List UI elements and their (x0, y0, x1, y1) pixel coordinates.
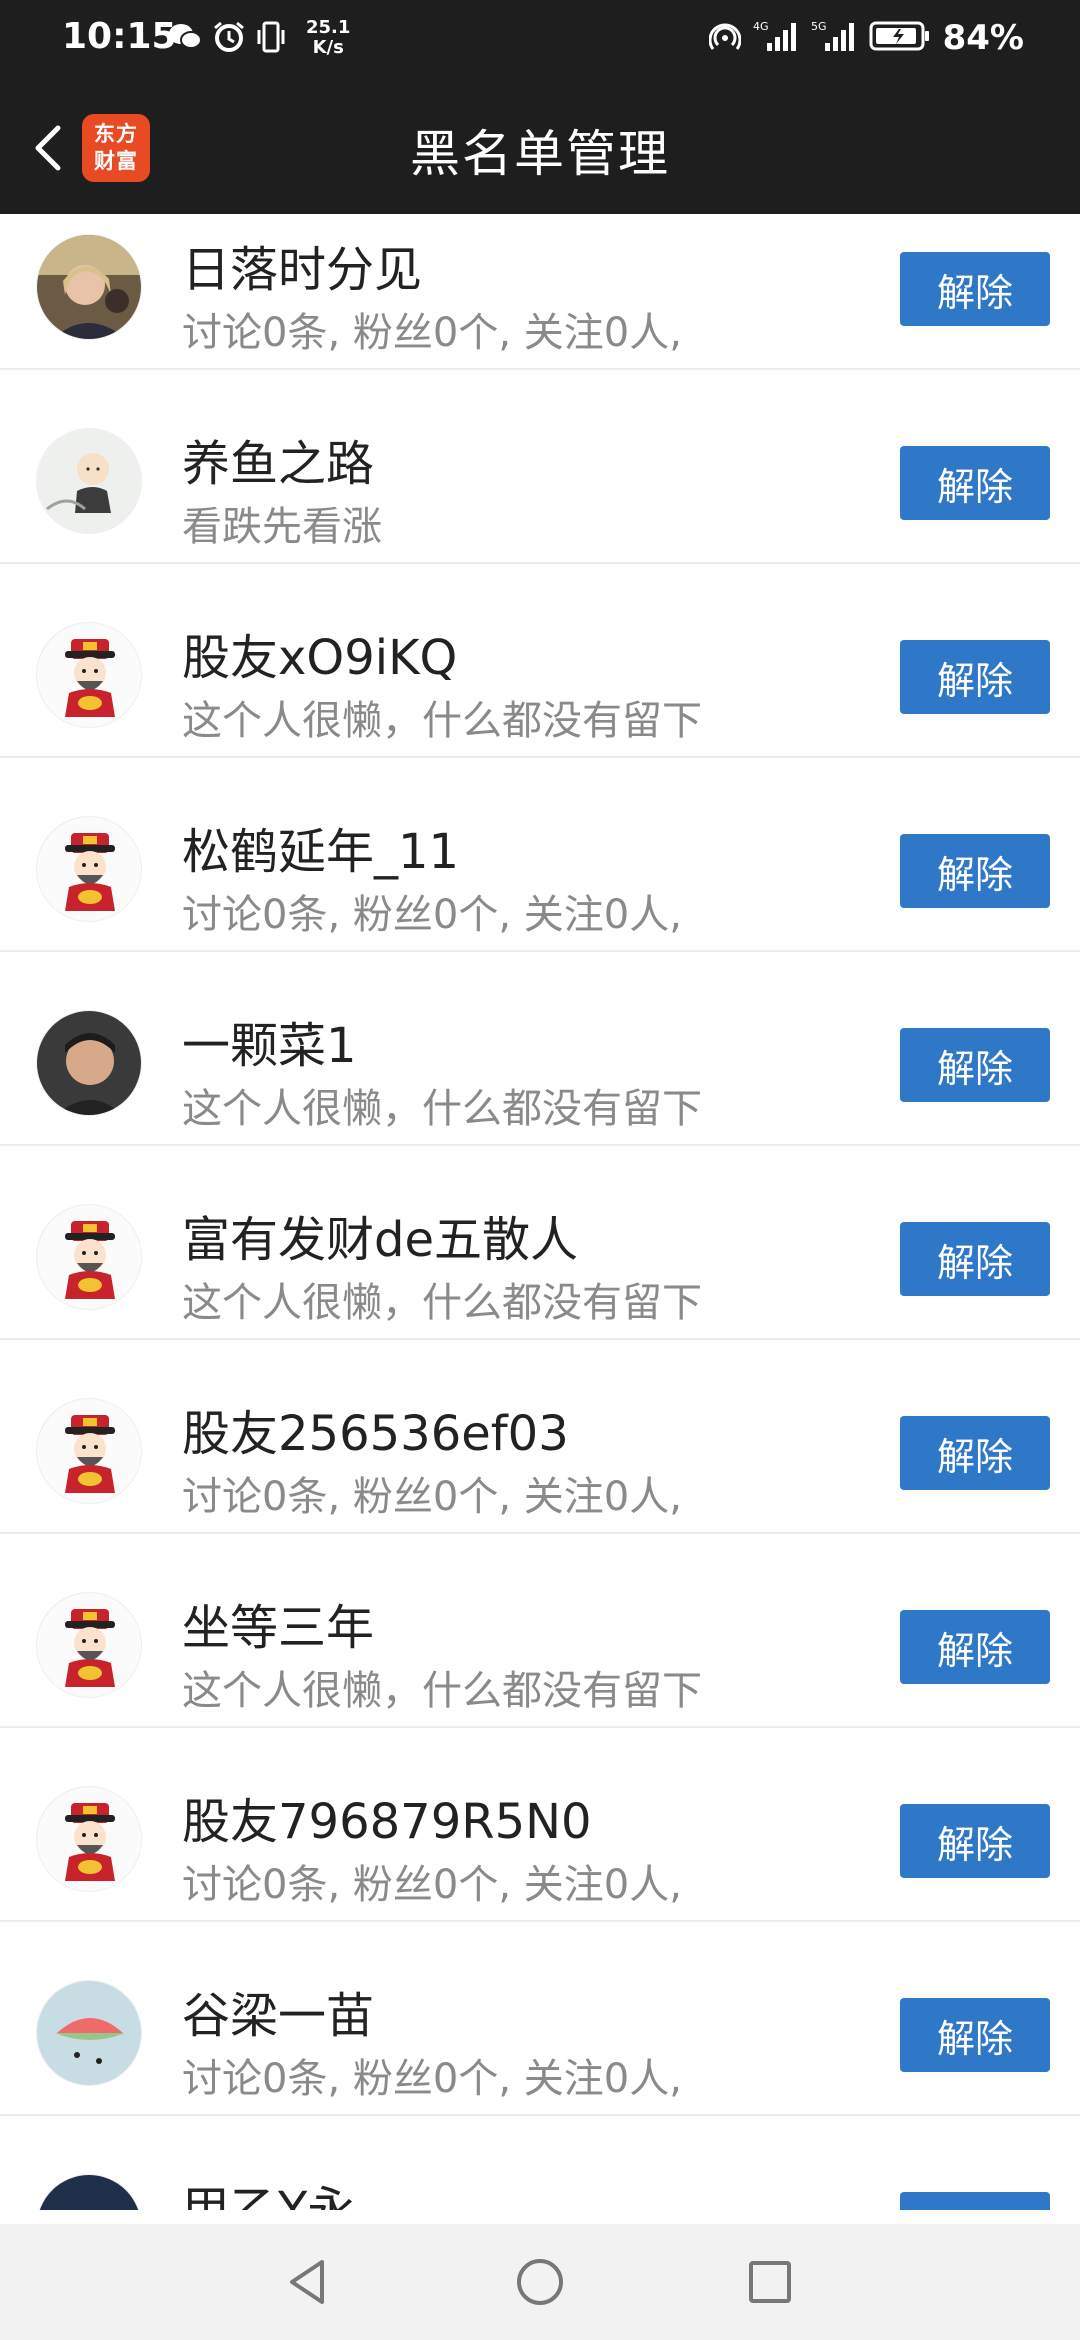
svg-text:5G: 5G (811, 20, 827, 33)
unblock-button[interactable]: 解除 (900, 252, 1050, 326)
wechat-icon (168, 22, 202, 56)
avatar[interactable] (36, 234, 142, 340)
unblock-button[interactable]: 解除 (900, 834, 1050, 908)
blocklist[interactable]: 日落时分见 讨论0条, 粉丝0个, 关注0人, 解除 养鱼之路 看跌先看涨 解除 股友xO9… (0, 214, 1080, 2210)
user-name[interactable]: 富有发财de五散人 (182, 1200, 578, 1270)
user-description: 这个人很懒，什么都没有留下 (182, 1086, 702, 1132)
unblock-button[interactable]: 解除 (900, 1028, 1050, 1102)
user-description: 讨论0条, 粉丝0个, 关注0人, (182, 1474, 682, 1520)
signal-4g-icon: 4G (753, 19, 799, 57)
avatar[interactable] (36, 816, 142, 922)
avatar[interactable] (36, 1010, 142, 1116)
user-description: 讨论0条, 粉丝0个, 关注0人, (182, 892, 682, 938)
user-description: 讨论0条, 粉丝0个, 关注0人, (182, 1862, 682, 1908)
avatar[interactable] (36, 1980, 142, 2086)
unblock-button[interactable]: 解除 (900, 1998, 1050, 2072)
unblock-button[interactable]: 解除 (900, 1804, 1050, 1878)
status-left-icons (168, 20, 286, 58)
signal-5g-icon: 5G (811, 19, 857, 57)
system-nav-bar (0, 2224, 1080, 2340)
user-name[interactable]: 甲乙Y永 (182, 2170, 355, 2210)
unblock-button[interactable]: 解除 (900, 2192, 1050, 2210)
home-circle-icon (517, 2259, 563, 2305)
user-description: 讨论0条, 粉丝0个, 关注0人, (182, 2056, 682, 2102)
user-name[interactable]: 股友xO9iKQ (182, 618, 457, 688)
avatar[interactable] (36, 428, 142, 534)
user-name[interactable]: 日落时分见 (182, 230, 422, 300)
list-item[interactable]: 甲乙Y永解除 (0, 2116, 1080, 2210)
avatar[interactable] (36, 1786, 142, 1892)
unblock-button[interactable]: 解除 (900, 1222, 1050, 1296)
avatar[interactable] (36, 1204, 142, 1310)
user-name[interactable]: 谷梁一苗 (182, 1976, 374, 2046)
user-description: 这个人很懒，什么都没有留下 (182, 1280, 702, 1326)
nav-home-button[interactable] (510, 2252, 570, 2312)
recents-square-icon (749, 2261, 791, 2303)
avatar[interactable] (36, 1592, 142, 1698)
blocklist-rows: 日落时分见 讨论0条, 粉丝0个, 关注0人, 解除 养鱼之路 看跌先看涨 解除 股友xO9… (0, 214, 1080, 2210)
battery-icon (869, 20, 931, 56)
status-right-icons: 4G 5G 84% (708, 18, 1024, 58)
net-speed-value: 25.1 (306, 17, 351, 38)
net-speed-unit: K/s (312, 37, 344, 58)
avatar[interactable] (36, 1398, 142, 1504)
unblock-button[interactable]: 解除 (900, 1416, 1050, 1490)
list-item[interactable]: 谷梁一苗讨论0条, 粉丝0个, 关注0人, 解除 (0, 1922, 1080, 2116)
unblock-button[interactable]: 解除 (900, 640, 1050, 714)
status-bar: 10:15 25.1 K/s 4G 5G 84% (0, 0, 1080, 80)
user-description: 这个人很懒，什么都没有留下 (182, 698, 702, 744)
vibrate-icon (256, 20, 286, 58)
list-item[interactable]: 坐等三年这个人很懒，什么都没有留下 解除 (0, 1534, 1080, 1728)
app-header: 东方 财富 黑名单管理 (0, 80, 1080, 214)
user-description: 讨论0条, 粉丝0个, 关注0人, (182, 310, 682, 356)
back-triangle-icon (290, 2260, 324, 2304)
list-item[interactable]: 一颗菜1 这个人很懒，什么都没有留下 解除 (0, 952, 1080, 1146)
user-description: 看跌先看涨 (182, 504, 382, 550)
list-item[interactable]: 股友256536ef03 讨论0条, 粉丝0个, 关注0人, 解除 (0, 1340, 1080, 1534)
user-name[interactable]: 松鹤延年_11 (182, 812, 459, 882)
nav-back-button[interactable] (278, 2252, 338, 2312)
list-item[interactable]: 股友xO9iKQ 这个人很懒，什么都没有留下 解除 (0, 564, 1080, 758)
list-item[interactable]: 股友796879R5N0 讨论0条, 粉丝0个, 关注0人, 解除 (0, 1728, 1080, 1922)
user-name[interactable]: 坐等三年 (182, 1588, 374, 1658)
unblock-button[interactable]: 解除 (900, 446, 1050, 520)
list-item[interactable]: 日落时分见讨论0条, 粉丝0个, 关注0人, 解除 (0, 214, 1080, 370)
list-item[interactable]: 富有发财de五散人这个人很懒，什么都没有留下 解除 (0, 1146, 1080, 1340)
user-name[interactable]: 养鱼之路 (182, 424, 374, 494)
hotspot-icon (708, 20, 742, 56)
nav-recents-button[interactable] (740, 2252, 800, 2312)
list-item[interactable]: 松鹤延年_11 讨论0条, 粉丝0个, 关注0人, 解除 (0, 758, 1080, 952)
battery-percent: 84% (942, 18, 1024, 58)
net-speed: 25.1 K/s (306, 18, 350, 58)
user-description: 这个人很懒，什么都没有留下 (182, 1668, 702, 1714)
user-name[interactable]: 股友796879R5N0 (182, 1782, 592, 1852)
avatar[interactable] (36, 2174, 142, 2210)
avatar[interactable] (36, 622, 142, 728)
unblock-button[interactable]: 解除 (900, 1610, 1050, 1684)
page-title: 黑名单管理 (410, 125, 670, 183)
status-time: 10:15 (62, 16, 177, 57)
user-name[interactable]: 一颗菜1 (182, 1006, 357, 1076)
user-name[interactable]: 股友256536ef03 (182, 1394, 569, 1464)
svg-text:4G: 4G (753, 20, 769, 33)
list-item[interactable]: 养鱼之路看跌先看涨 解除 (0, 370, 1080, 564)
alarm-icon (212, 20, 246, 58)
